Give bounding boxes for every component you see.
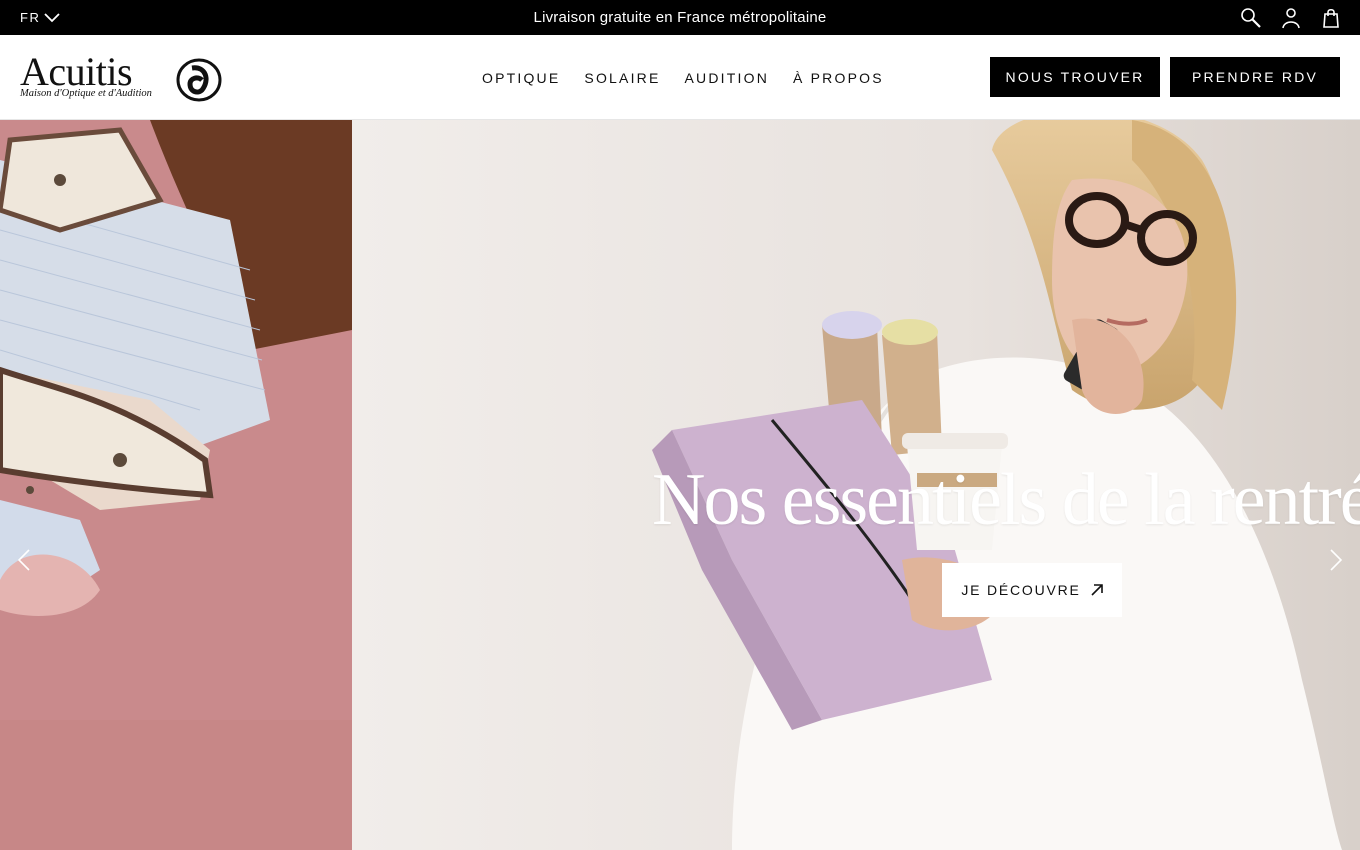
user-icon[interactable] [1280,7,1302,29]
hero-image-left [0,120,352,850]
language-label: FR [20,10,41,25]
announcement-bar: Livraison gratuite en France métropolita… [0,0,1360,35]
logo-mark-icon [176,58,222,102]
hero-carousel: Nos essentiels de la rentrée JE DÉCOUVRE [0,120,1360,850]
chevron-right-icon [1330,549,1343,571]
hero-title: Nos essentiels de la rentrée [652,459,1360,541]
logo-tagline: Maison d'Optique et d'Audition [20,88,152,99]
nav-item-a-propos[interactable]: À PROPOS [793,70,884,86]
discover-label: JE DÉCOUVRE [961,582,1081,598]
language-selector[interactable]: FR [20,0,60,35]
chevron-left-icon [17,549,30,571]
search-icon[interactable] [1240,7,1262,29]
find-store-button[interactable]: NOUS TROUVER [990,57,1160,97]
slippers-photo [0,120,352,850]
announcement-text: Livraison gratuite en France métropolita… [533,9,827,26]
external-arrow-icon [1091,584,1103,596]
nav-item-solaire[interactable]: SOLAIRE [584,70,660,86]
shopping-bag-icon[interactable] [1320,7,1342,29]
chevron-down-icon [44,12,60,22]
utility-icons [1240,0,1342,35]
carousel-prev-button[interactable] [14,548,36,572]
site-header: Acuitis Maison d'Optique et d'Audition O… [0,35,1360,120]
discover-button[interactable]: JE DÉCOUVRE [942,563,1122,617]
logo-wordmark: Acuitis [20,49,133,94]
carousel-next-button[interactable] [1325,548,1347,572]
nav-item-optique[interactable]: OPTIQUE [482,70,560,86]
nav-item-audition[interactable]: AUDITION [685,70,770,86]
book-appointment-button[interactable]: PRENDRE RDV [1170,57,1340,97]
main-nav: OPTIQUE SOLAIRE AUDITION À PROPOS [482,35,908,120]
acuitis-logo[interactable]: Acuitis Maison d'Optique et d'Audition [20,49,222,103]
